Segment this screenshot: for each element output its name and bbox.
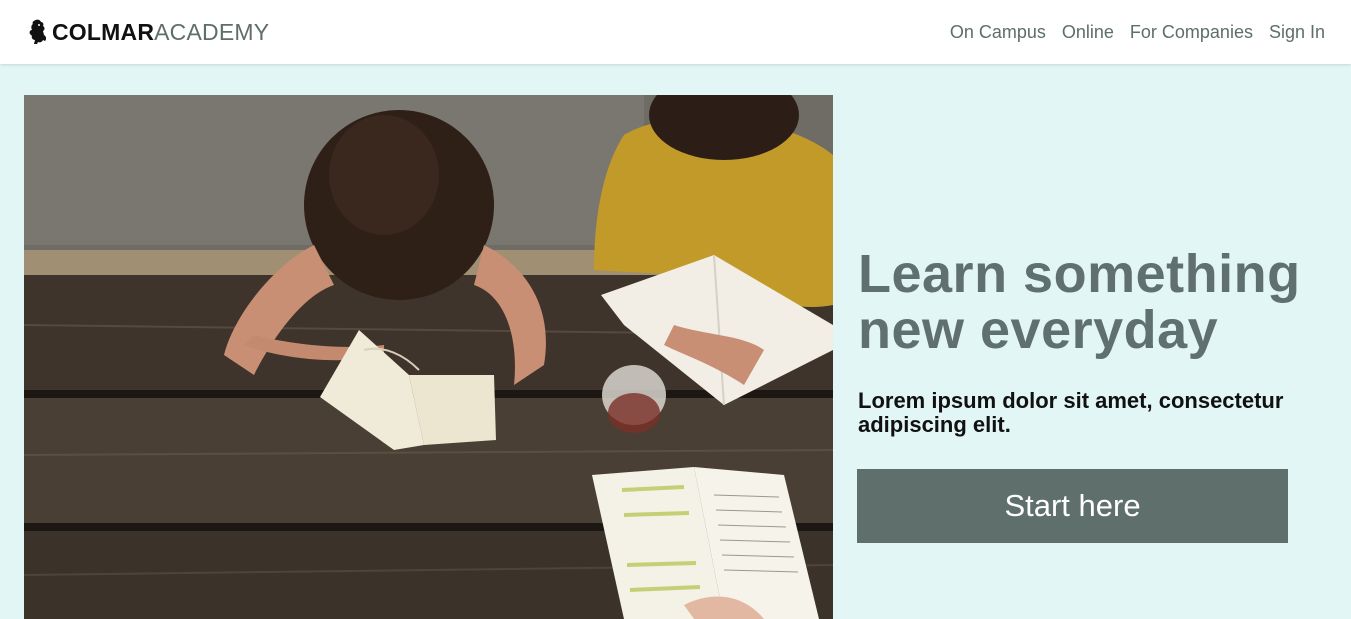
lion-icon	[28, 19, 48, 45]
hero-copy: Learn something new everyday Lorem ipsum…	[858, 246, 1338, 437]
brand-logo[interactable]: COLMARACADEMY	[28, 19, 269, 45]
nav-link-online[interactable]: Online	[1062, 22, 1114, 43]
hero-subline: Lorem ipsum dolor sit amet, consectetur …	[858, 388, 1284, 437]
brand-name-light: ACADEMY	[154, 18, 270, 45]
start-here-button[interactable]: Start here	[857, 469, 1288, 543]
hero-photo	[24, 95, 833, 619]
nav-links: On Campus Online For Companies Sign In	[950, 22, 1325, 43]
brand-name-bold: COLMAR	[52, 18, 155, 45]
nav-link-sign-in[interactable]: Sign In	[1269, 22, 1325, 43]
top-navbar: COLMARACADEMY On Campus Online For Compa…	[0, 0, 1351, 64]
brand-name: COLMARACADEMY	[52, 18, 270, 45]
nav-link-for-companies[interactable]: For Companies	[1130, 22, 1253, 43]
nav-link-on-campus[interactable]: On Campus	[950, 22, 1046, 43]
hero-headline: Learn something new everyday	[858, 244, 1301, 360]
